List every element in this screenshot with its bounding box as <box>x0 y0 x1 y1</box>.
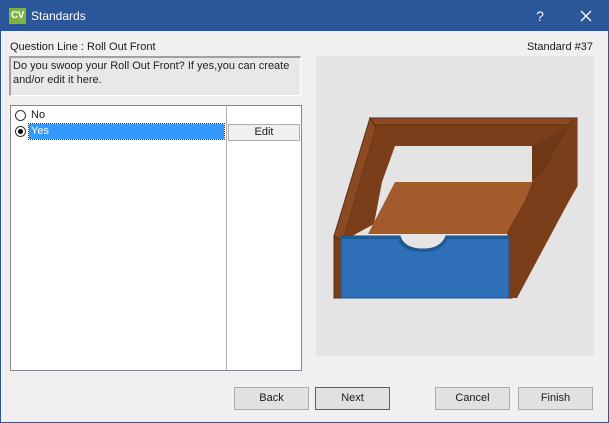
radio-yes[interactable] <box>15 126 26 137</box>
standards-dialog: CV Standards ? Question Line : Roll Out … <box>0 0 609 423</box>
question-text: Do you swoop your Roll Out Front? If yes… <box>9 56 301 96</box>
window-title: Standards <box>31 9 86 23</box>
option-yes-label: Yes <box>28 123 225 140</box>
cancel-button[interactable]: Cancel <box>435 387 510 410</box>
help-button[interactable]: ? <box>524 1 556 31</box>
options-list: No Yes Edit <box>10 105 302 371</box>
drawer-box-icon <box>333 116 578 299</box>
preview-panel <box>316 56 594 356</box>
option-no[interactable]: No <box>13 108 225 124</box>
question-line-label: Question Line : Roll Out Front <box>10 41 156 53</box>
close-icon <box>580 10 592 22</box>
next-button[interactable]: Next <box>315 387 390 410</box>
option-yes[interactable]: Yes <box>13 123 225 140</box>
edit-button[interactable]: Edit <box>228 124 300 141</box>
standard-number: Standard #37 <box>526 41 593 53</box>
app-logo: CV <box>9 8 26 24</box>
column-divider <box>226 106 227 370</box>
radio-selected-dot <box>18 129 23 134</box>
finish-button[interactable]: Finish <box>518 387 593 410</box>
close-button[interactable] <box>564 1 608 31</box>
title-bar: CV Standards ? <box>1 1 608 31</box>
radio-no[interactable] <box>15 110 26 121</box>
option-no-label: No <box>31 109 46 121</box>
back-button[interactable]: Back <box>234 387 309 410</box>
